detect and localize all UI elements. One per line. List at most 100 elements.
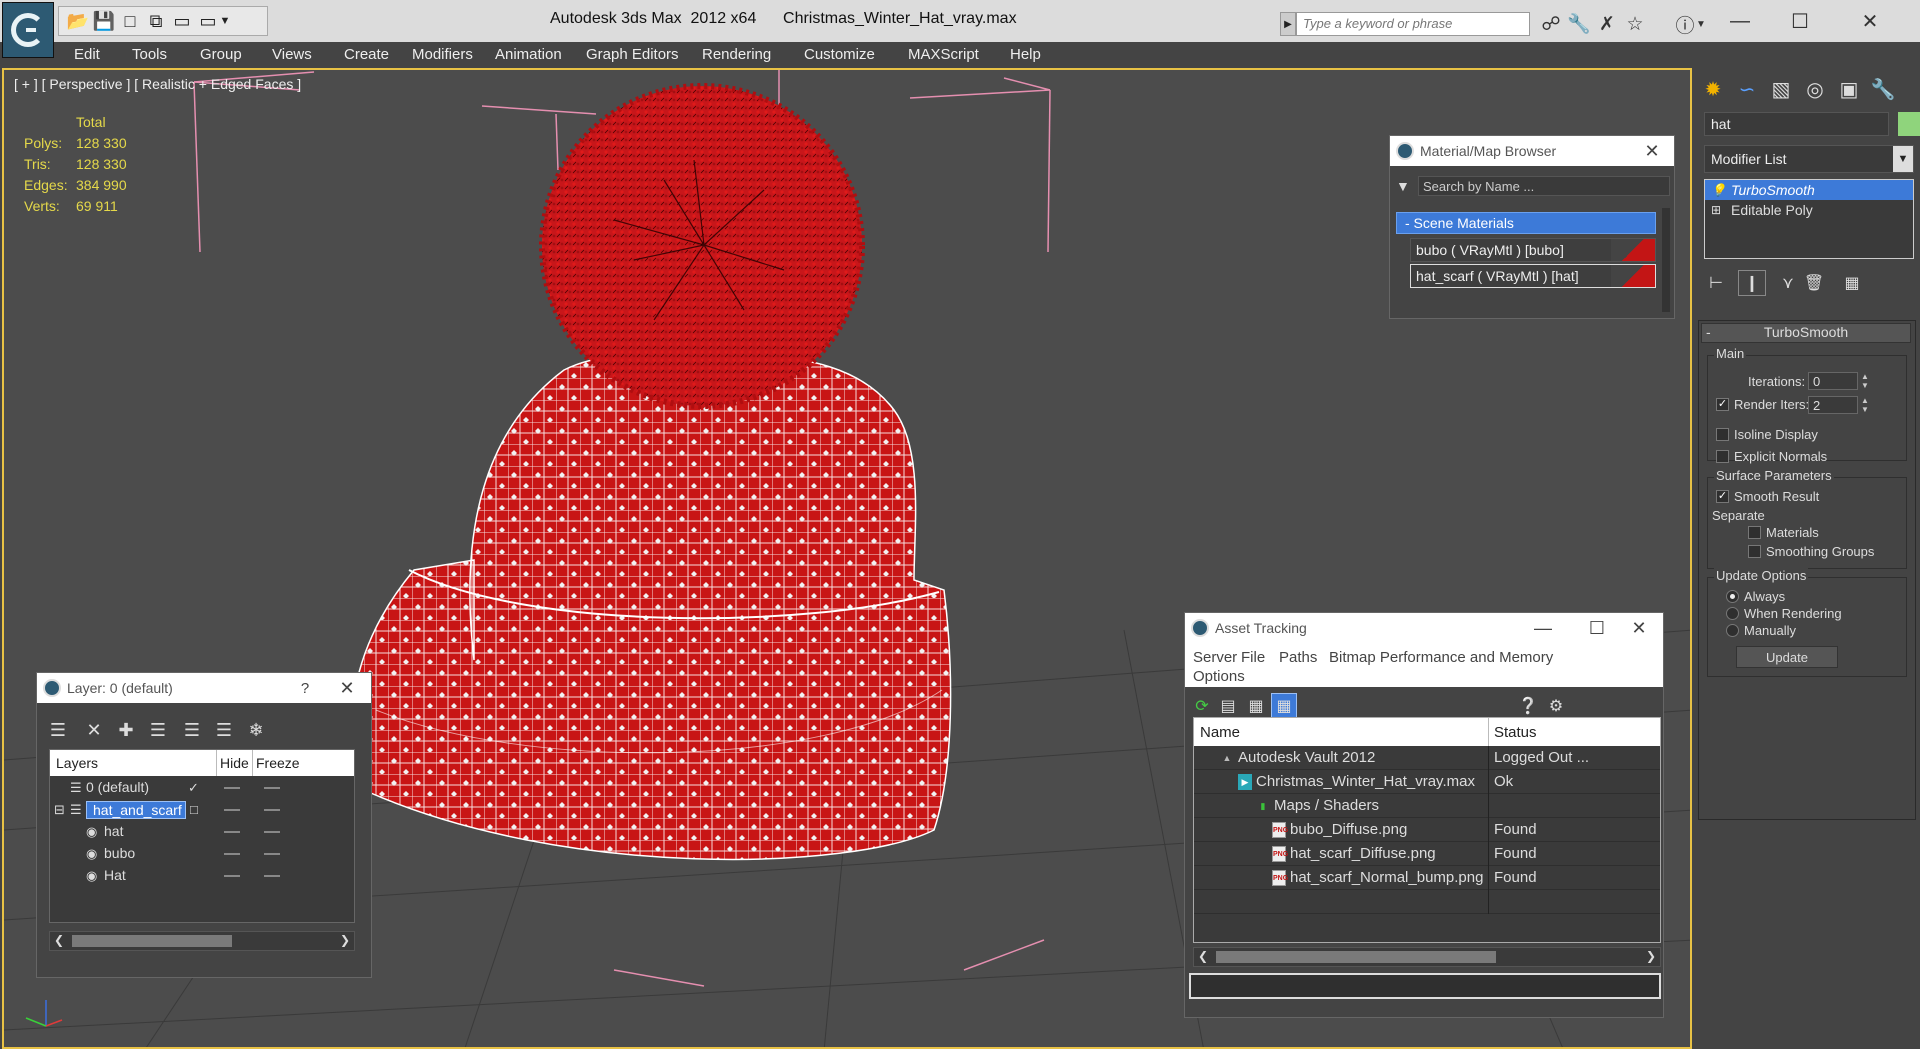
add-to-layer-icon[interactable]: ✚ (111, 715, 141, 745)
hide-toggle[interactable] (224, 831, 240, 833)
menu-group[interactable]: Group (200, 46, 242, 63)
menu-rendering[interactable]: Rendering (702, 46, 771, 63)
table-row[interactable]: ▲ Autodesk Vault 2012 Logged Out ... (1194, 746, 1660, 770)
communication-center-icon[interactable]: ✗ (1594, 12, 1620, 36)
table-row[interactable]: PNG bubo_Diffuse.png Found (1194, 818, 1660, 842)
refresh-icon[interactable]: ⟳ (1189, 693, 1215, 719)
close-icon[interactable]: ✕ (1619, 615, 1659, 641)
table-view-icon[interactable]: ▦ (1271, 693, 1297, 719)
separate-smoothing-groups-checkbox[interactable] (1748, 545, 1761, 558)
menu-graph-editors[interactable]: Graph Editors (586, 46, 679, 63)
freeze-toggle[interactable] (264, 831, 280, 833)
smooth-result-checkbox[interactable]: ✓ (1716, 490, 1729, 503)
freeze-column-header[interactable]: Freeze (256, 755, 300, 771)
hold-icon[interactable]: ⧉ (142, 8, 170, 34)
material-search-input[interactable]: Search by Name ... (1418, 176, 1670, 196)
layer-row[interactable]: ☰ 0 (default) ✓ (50, 776, 354, 800)
hide-toggle[interactable] (224, 809, 240, 811)
delete-layer-icon[interactable]: ✕ (79, 715, 109, 745)
freeze-toggle[interactable] (264, 875, 280, 877)
menu-views[interactable]: Views (272, 46, 312, 63)
material-item-bubo[interactable]: bubo ( VRayMtl ) [bubo] (1410, 238, 1656, 262)
menu-create[interactable]: Create (344, 46, 389, 63)
viewport-label[interactable]: [ + ] [ Perspective ] [ Realistic + Edge… (14, 76, 301, 92)
pin-stack-icon[interactable]: ⊢ (1702, 270, 1730, 296)
table-row[interactable]: ▮ Maps / Shaders (1194, 794, 1660, 818)
modify-tab-icon[interactable]: ∽ (1732, 74, 1762, 104)
layer-row[interactable]: ⊟ ☰ hat_and_scarf □ (50, 798, 354, 822)
create-layer-icon[interactable]: ☰ (43, 715, 73, 745)
asset-menu-bitmap-performance[interactable]: Bitmap Performance and Memory (1329, 649, 1553, 666)
quick-access-dropdown-icon[interactable]: ▼ (216, 8, 234, 34)
separate-materials-checkbox[interactable] (1748, 526, 1761, 539)
manually-radio[interactable] (1726, 624, 1739, 637)
binoculars-icon[interactable]: ☍ (1538, 12, 1564, 36)
menu-customize[interactable]: Customize (804, 46, 875, 63)
table-row[interactable]: PNG hat_scarf_Diffuse.png Found (1194, 842, 1660, 866)
filter-icon[interactable]: ▼ (1396, 178, 1410, 194)
search-expand-icon[interactable]: ▶ (1280, 12, 1296, 36)
keyword-search-input[interactable]: Type a keyword or phrase (1296, 12, 1530, 36)
display-tab-icon[interactable]: ▣ (1834, 74, 1864, 104)
list-view-icon[interactable]: ▤ (1215, 693, 1241, 719)
layer-window-titlebar[interactable]: Layer: 0 (default) ? ✕ (37, 673, 371, 703)
set-current-layer-icon[interactable]: □ (190, 802, 198, 817)
scene-materials-group[interactable]: - Scene Materials (1396, 212, 1656, 234)
asset-menu-file[interactable]: File (1241, 649, 1265, 666)
minimize-icon[interactable]: — (1715, 6, 1765, 36)
freeze-toggle[interactable] (264, 809, 280, 811)
hide-column-header[interactable]: Hide (220, 755, 249, 771)
hide-toggle[interactable] (224, 787, 240, 789)
freeze-all-layers-icon[interactable]: ❄ (241, 715, 271, 745)
undo-icon[interactable]: ▭ (168, 8, 196, 34)
hide-all-layers-icon[interactable]: ☰ (209, 715, 239, 745)
lightbulb-icon[interactable]: 💡 (1711, 183, 1726, 197)
layer-row[interactable]: ◉ hat (50, 820, 354, 844)
material-item-hat-scarf[interactable]: hat_scarf ( VRayMtl ) [hat] (1410, 264, 1656, 288)
when-rendering-radio[interactable] (1726, 607, 1739, 620)
expand-plus-icon[interactable]: ⊞ (1711, 203, 1721, 217)
stack-item-editable-poly[interactable]: ⊞ Editable Poly (1705, 200, 1913, 220)
configure-modifier-sets-icon[interactable]: ▦ (1838, 270, 1866, 296)
motion-tab-icon[interactable]: ◎ (1800, 74, 1830, 104)
select-in-layer-icon[interactable]: ☰ (143, 715, 173, 745)
minimize-icon[interactable]: — (1523, 615, 1563, 641)
spinner-arrows-icon[interactable]: ▲ ▼ (1860, 372, 1870, 390)
scroll-left-icon[interactable]: ❮ (1198, 949, 1208, 963)
asset-menu-paths[interactable]: Paths (1279, 649, 1317, 666)
asset-menu-options[interactable]: Options (1193, 668, 1245, 685)
stack-item-turbosmooth[interactable]: 💡 TurboSmooth (1705, 180, 1913, 200)
update-button[interactable]: Update (1736, 646, 1838, 668)
highlight-layer-icon[interactable]: ☰ (177, 715, 207, 745)
asset-menu-server[interactable]: Server (1193, 649, 1237, 666)
scroll-right-icon[interactable]: ❯ (340, 933, 350, 947)
open-file-icon[interactable]: 📂 (64, 8, 92, 34)
current-layer-check-icon[interactable]: ✓ (188, 780, 199, 796)
modifier-list-dropdown[interactable]: Modifier List ▼ (1704, 145, 1914, 173)
close-icon[interactable]: ✕ (1632, 138, 1672, 164)
render-iters-checkbox[interactable]: ✓ (1716, 398, 1729, 411)
isoline-display-checkbox[interactable] (1716, 428, 1729, 441)
favorites-star-icon[interactable]: ☆ (1622, 12, 1648, 36)
scroll-left-icon[interactable]: ❮ (54, 933, 64, 947)
menu-help[interactable]: Help (1010, 46, 1041, 63)
horizontal-scrollbar[interactable]: ❮ ❯ (49, 931, 355, 951)
status-column-header[interactable]: Status (1494, 724, 1537, 741)
iterations-spinner[interactable]: 0 (1808, 372, 1858, 390)
save-file-icon[interactable]: 💾 (90, 8, 118, 34)
explicit-normals-checkbox[interactable] (1716, 450, 1729, 463)
collapse-minus-icon[interactable]: ⊟ (54, 802, 65, 818)
always-radio[interactable] (1726, 590, 1739, 603)
close-icon[interactable]: ✕ (327, 675, 367, 701)
table-row[interactable]: PNG hat_scarf_Normal_bump.png Found (1194, 866, 1660, 890)
asset-tracking-titlebar[interactable]: Asset Tracking — ☐ ✕ (1185, 613, 1663, 643)
make-unique-icon[interactable]: ⋎ (1774, 270, 1802, 296)
create-tab-icon[interactable]: ✹ (1698, 74, 1728, 104)
asset-help-icon[interactable]: ❔ (1515, 693, 1541, 719)
scroll-right-icon[interactable]: ❯ (1646, 949, 1656, 963)
freeze-toggle[interactable] (264, 787, 280, 789)
render-iters-spinner[interactable]: 2 (1808, 396, 1858, 414)
app-logo-icon[interactable] (2, 2, 54, 58)
table-row[interactable]: ▶ Christmas_Winter_Hat_vray.max Ok (1194, 770, 1660, 794)
show-end-result-icon[interactable]: ❙ (1738, 270, 1766, 296)
